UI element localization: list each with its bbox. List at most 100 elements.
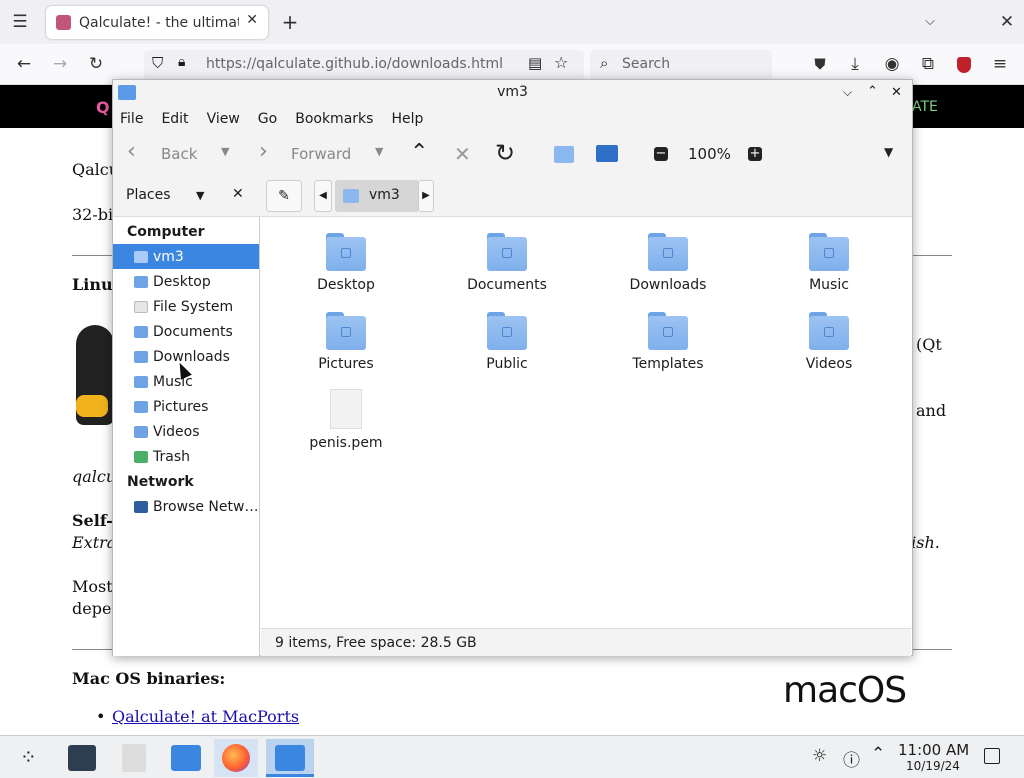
folder-icon [487, 312, 527, 350]
sidebar-heading-network: Network [127, 473, 194, 490]
up-arrow-icon[interactable]: ⌃ [410, 140, 428, 165]
tab-list-icon[interactable]: ☰ [8, 10, 32, 34]
download-icon[interactable]: ⤓ [843, 52, 867, 76]
sidebar-item-videos[interactable]: Videos [113, 419, 259, 444]
browser-tab[interactable]: Qalculate! - the ultimate c ✕ [46, 6, 268, 39]
menu-icon[interactable]: ≡ [988, 52, 1012, 76]
taskbar-file-manager[interactable] [266, 739, 314, 777]
file-item-documents[interactable]: Documents [432, 233, 582, 293]
crumb-right-arrow-icon[interactable]: ▶ [418, 180, 434, 212]
crumb-vm3[interactable]: vm3 [335, 180, 419, 212]
help-icon[interactable]: ⓘ [843, 746, 860, 771]
menu-help[interactable]: Help [391, 111, 423, 127]
maximize-icon[interactable]: ⌃ [867, 79, 878, 104]
close-icon[interactable]: ✕ [891, 80, 902, 105]
menu-go[interactable]: Go [258, 111, 277, 127]
sidebar-item-vm3[interactable]: vm3 [113, 244, 259, 269]
sidebar-item-browse-network[interactable]: Browse Netw… [113, 494, 259, 519]
forward-arrow-icon[interactable]: › [259, 141, 268, 163]
app-launcher-icon[interactable]: ⁘ [20, 745, 37, 769]
bookmark-star-icon[interactable]: ☆ [554, 53, 568, 72]
show-desktop-icon[interactable] [984, 748, 1000, 764]
location-bar: Places ▼ ✕ ✎ ◀ vm3 ▶ [113, 175, 912, 217]
zoom-out-icon[interactable]: − [654, 147, 668, 161]
home-folder-icon[interactable] [554, 146, 574, 163]
edit-location-icon[interactable]: ✎ [266, 180, 302, 212]
pocket-icon[interactable]: ⛊ [808, 52, 832, 76]
taskbar-files[interactable] [112, 739, 156, 777]
menu-bookmarks[interactable]: Bookmarks [295, 111, 373, 127]
file-item-label: Templates [632, 356, 704, 372]
zoom-in-icon[interactable]: + [748, 147, 762, 161]
page-text: Extra [72, 533, 117, 552]
file-item-music[interactable]: Music [754, 233, 904, 293]
sidebar-item-pictures[interactable]: Pictures [113, 394, 259, 419]
crumb-left-arrow-icon[interactable]: ◀ [314, 180, 332, 212]
forward-button[interactable]: Forward [291, 145, 351, 163]
side-pane-dropdown-icon[interactable]: ▼ [196, 189, 204, 202]
close-window-icon[interactable]: ✕ [995, 10, 1019, 34]
close-tab-icon[interactable]: ✕ [246, 12, 258, 28]
folder-icon [171, 745, 201, 771]
extensions-icon[interactable]: ⧉ [916, 52, 940, 76]
shield-icon[interactable]: ⛉ [152, 54, 163, 72]
sidebar-item-trash[interactable]: Trash [113, 444, 259, 469]
desktop-folder-icon [134, 275, 148, 288]
file-item-label: Music [809, 277, 849, 293]
back-button[interactable]: Back [161, 145, 197, 163]
sidebar-item-documents[interactable]: Documents [113, 319, 259, 344]
tray-expand-icon[interactable]: ⌃ [871, 744, 885, 764]
menu-view[interactable]: View [207, 111, 240, 127]
back-history-dropdown-icon[interactable]: ▼ [221, 145, 229, 158]
site-header-right[interactable]: ATE [912, 99, 938, 115]
clock-time[interactable]: 11:00 AM [898, 741, 969, 759]
file-item-pem[interactable]: penis.pem [271, 389, 421, 451]
sidebar-item-desktop[interactable]: Desktop [113, 269, 259, 294]
folder-icon [648, 312, 688, 350]
ublock-icon[interactable] [957, 57, 971, 73]
file-item-desktop[interactable]: Desktop [271, 233, 421, 293]
reload-icon[interactable]: ↻ [495, 139, 515, 167]
window-titlebar[interactable]: vm3 ⌵ ⌃ ✕ [113, 80, 912, 105]
sidebar-item-label: vm3 [153, 248, 184, 265]
back-arrow-icon[interactable]: ← [12, 52, 36, 76]
file-item-pictures[interactable]: Pictures [271, 312, 421, 372]
sidebar-item-filesystem[interactable]: File System [113, 294, 259, 319]
new-tab-icon[interactable]: + [278, 10, 302, 34]
toolbar: ‹ Back ▼ › Forward ▼ ⌃ ✕ ↻ − 100% + ▼ [113, 133, 912, 175]
file-item-public[interactable]: Public [432, 312, 582, 372]
file-item-templates[interactable]: Templates [593, 312, 743, 372]
sidebar-item-label: File System [153, 298, 234, 315]
minimize-icon[interactable]: ⌵ [843, 80, 852, 105]
taskbar-folder[interactable] [164, 739, 208, 777]
chevron-down-icon[interactable]: ⌵ [918, 10, 942, 34]
brightness-icon[interactable]: ☼ [812, 746, 827, 766]
menu-edit[interactable]: Edit [161, 111, 188, 127]
forward-history-dropdown-icon[interactable]: ▼ [375, 145, 383, 158]
stop-icon[interactable]: ✕ [454, 142, 471, 166]
file-item-downloads[interactable]: Downloads [593, 233, 743, 293]
taskbar-firefox[interactable] [214, 739, 258, 777]
computer-icon[interactable] [596, 145, 618, 162]
back-arrow-icon[interactable]: ‹ [127, 141, 136, 163]
menu-file[interactable]: File [120, 111, 143, 127]
folder-icon [648, 233, 688, 271]
forward-arrow-icon[interactable]: → [48, 52, 72, 76]
account-icon[interactable]: ◉ [880, 52, 904, 76]
clock-date[interactable]: 10/19/24 [906, 759, 960, 773]
taskbar-settings[interactable] [60, 739, 104, 777]
toolbar-overflow-icon[interactable]: ▼ [884, 145, 893, 159]
close-side-pane-icon[interactable]: ✕ [232, 186, 244, 202]
reader-view-icon[interactable]: ▤ [528, 54, 542, 72]
macports-link[interactable]: Qalculate! at MacPorts [112, 707, 299, 726]
menu-bar: File Edit View Go Bookmarks Help [113, 105, 912, 133]
lock-icon[interactable]: 🔒︎ [178, 54, 185, 70]
folder-icon [809, 312, 849, 350]
reload-icon[interactable]: ↻ [84, 52, 108, 76]
downloads-folder-icon [134, 350, 148, 363]
file-item-videos[interactable]: Videos [754, 312, 904, 372]
side-pane-selector[interactable]: Places [126, 187, 171, 203]
url-bar[interactable]: ⛉ 🔒︎ https://qalculate.github.io/downloa… [144, 50, 584, 80]
search-input[interactable]: ⌕ Search [590, 50, 772, 80]
file-view: Desktop Documents Downloads Music Pictur… [261, 217, 911, 628]
